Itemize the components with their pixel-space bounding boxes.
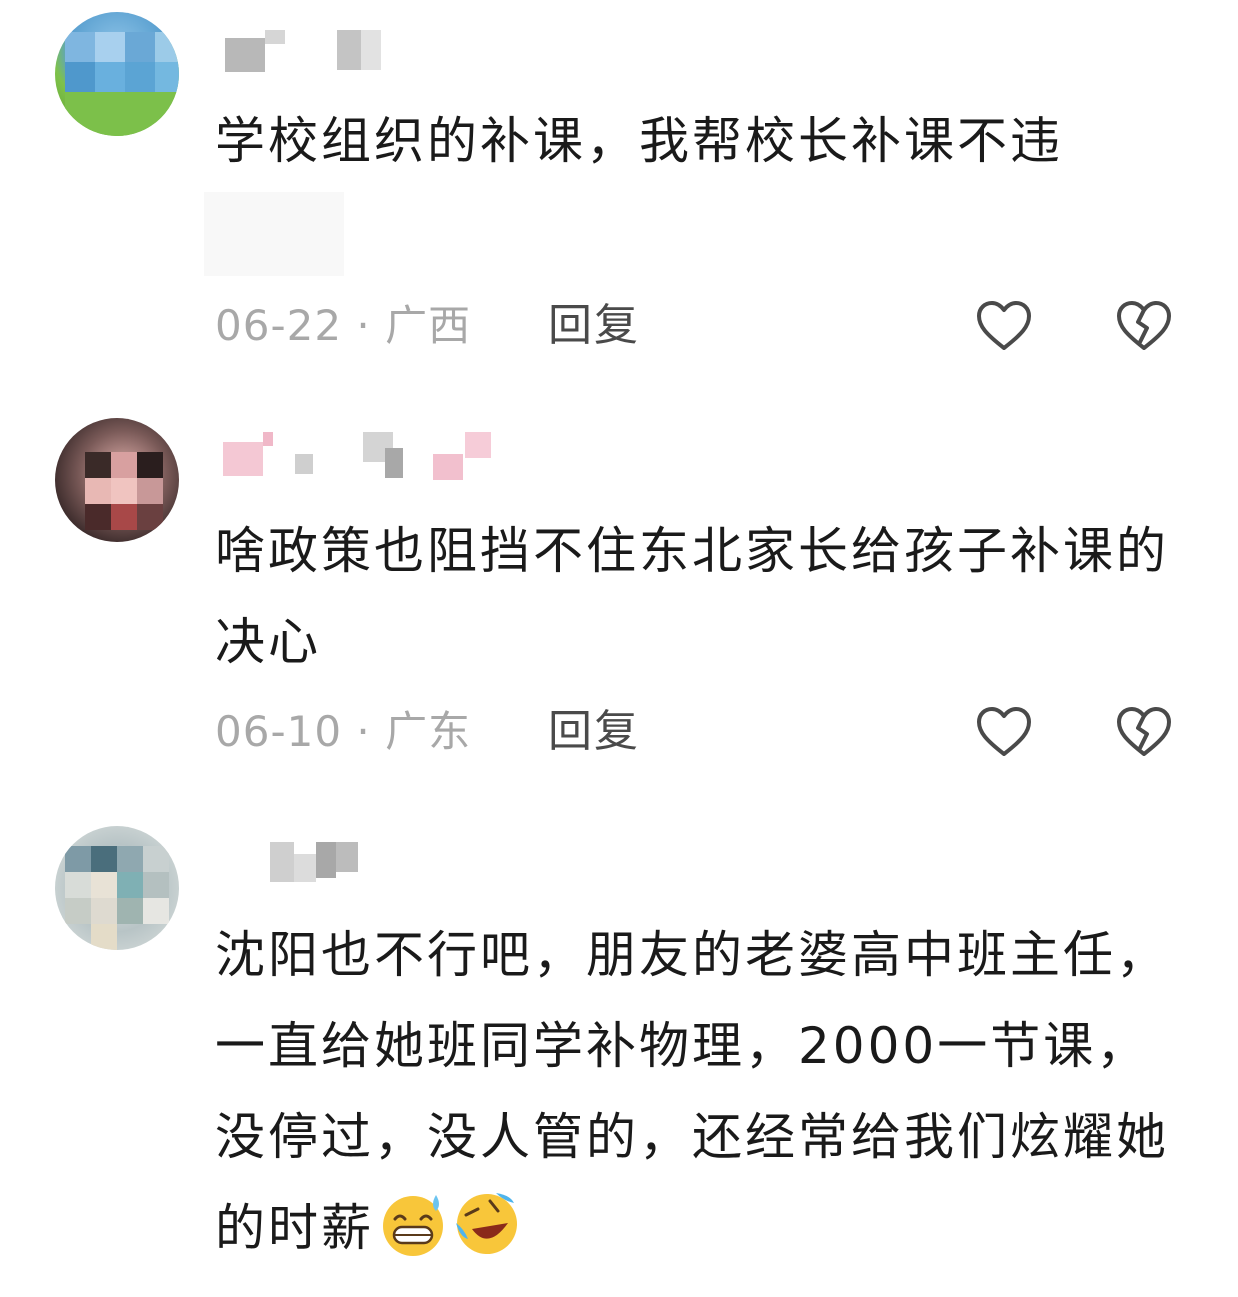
reply-button[interactable]: 回复: [548, 298, 640, 354]
reply-button[interactable]: 回复: [548, 704, 640, 760]
avatar-mosaic: [55, 418, 179, 542]
meta-separator: ·: [356, 707, 371, 756]
avatar[interactable]: [55, 418, 179, 542]
meta-separator: ·: [356, 301, 371, 350]
broken-heart-icon: [1117, 707, 1171, 756]
comment-location: 广东: [385, 707, 472, 756]
avatar-mosaic: [55, 826, 179, 950]
comment-meta: 06-10 · 广东: [215, 704, 471, 760]
image-placeholder: [204, 192, 344, 276]
avatar[interactable]: [55, 826, 179, 950]
laugh-cry-emoji: [456, 1193, 517, 1254]
username-redacted[interactable]: [215, 836, 358, 886]
comment-date: 06-10: [215, 707, 343, 756]
heart-icon: [977, 707, 1031, 756]
comment-meta: 06-22 · 广西: [215, 298, 471, 354]
avatar[interactable]: [55, 12, 179, 136]
dislike-button[interactable]: [1114, 704, 1174, 760]
comment-text: 沈阳也不行吧，朋友的老婆高中班主任，一直给她班同学补物理，2000一节课，没停过…: [215, 910, 1175, 1274]
avatar-mosaic: [55, 12, 179, 136]
heart-icon: [977, 301, 1031, 350]
comment-date: 06-22: [215, 301, 343, 350]
username-redacted[interactable]: [215, 30, 395, 80]
comment-item: 啥政策也阻挡不住东北家长给孩子补课的决心 06-10 · 广东 回复: [0, 400, 1238, 810]
comment-text: 学校组织的补课，我帮校长补课不违: [215, 112, 1063, 170]
username-redacted[interactable]: [215, 428, 505, 480]
comment-item: 学校组织的补课，我帮校长补课不违 06-22 · 广西 回复: [0, 0, 1238, 400]
like-button[interactable]: [974, 704, 1034, 760]
comment-location: 广西: [385, 301, 472, 350]
sweat-grin-emoji: [383, 1195, 443, 1256]
comment-item: 沈阳也不行吧，朋友的老婆高中班主任，一直给她班同学补物理，2000一节课，没停过…: [0, 810, 1238, 1297]
broken-heart-icon: [1117, 301, 1171, 350]
comment-text: 啥政策也阻挡不住东北家长给孩子补课的决心: [215, 522, 1169, 671]
like-button[interactable]: [974, 298, 1034, 354]
comment-text-content: 沈阳也不行吧，朋友的老婆高中班主任，一直给她班同学补物理，2000一节课，没停过…: [215, 926, 1169, 1257]
dislike-button[interactable]: [1114, 298, 1174, 354]
